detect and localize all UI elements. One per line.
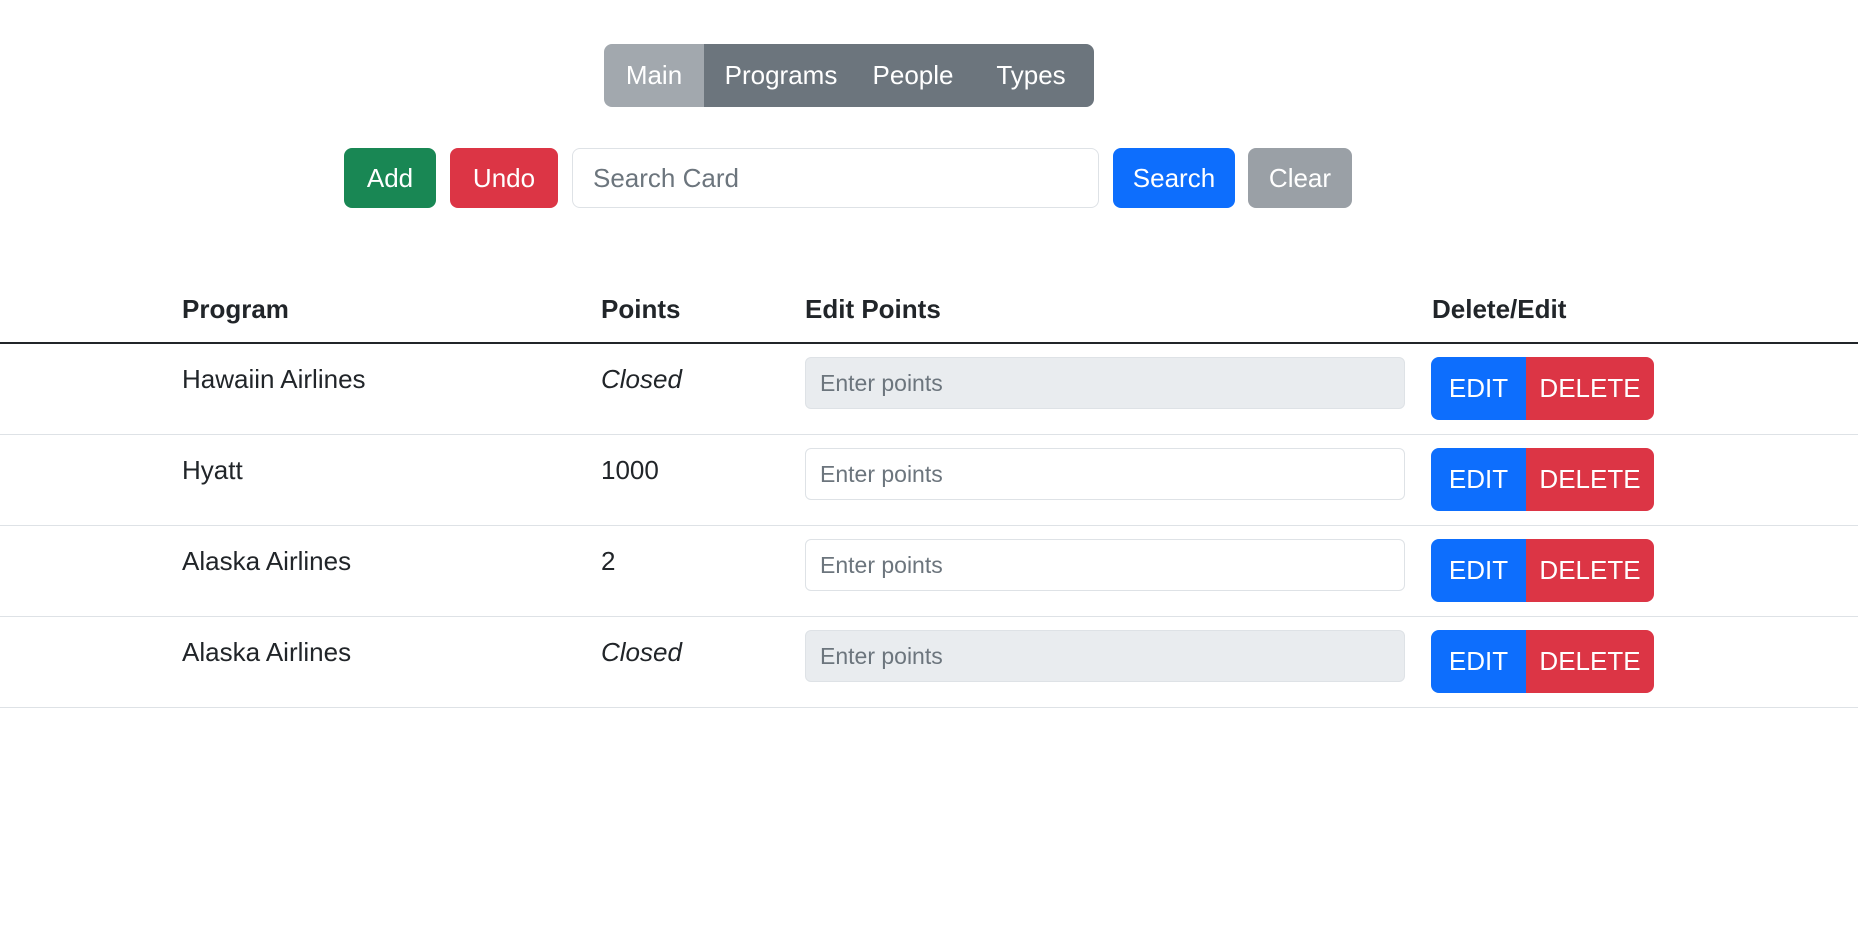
delete-button[interactable]: DELETE — [1526, 448, 1654, 511]
column-header-edit-points: Edit Points — [805, 294, 941, 324]
points-cell: Closed — [601, 364, 682, 394]
edit-button[interactable]: EDIT — [1431, 539, 1526, 602]
add-button[interactable]: Add — [344, 148, 436, 208]
edit-button[interactable]: EDIT — [1431, 630, 1526, 693]
program-cell: Alaska Airlines — [182, 546, 352, 576]
points-cell: 1000 — [601, 455, 659, 485]
column-header-points: Points — [601, 294, 681, 324]
tab-main[interactable]: Main — [604, 44, 704, 107]
delete-button[interactable]: DELETE — [1526, 357, 1654, 420]
edit-button[interactable]: EDIT — [1431, 448, 1526, 511]
tab-programs[interactable]: Programs — [704, 44, 858, 107]
table-row: Hawaiin Airlines Closed EDIT DELETE — [0, 344, 1858, 435]
delete-button[interactable]: DELETE — [1526, 539, 1654, 602]
table-row: Alaska Airlines 2 EDIT DELETE — [0, 526, 1858, 617]
points-input[interactable] — [805, 448, 1405, 500]
tab-people[interactable]: People — [858, 44, 968, 107]
table-row: Alaska Airlines Closed EDIT DELETE — [0, 617, 1858, 708]
points-cell: 2 — [601, 546, 616, 576]
clear-button[interactable]: Clear — [1248, 148, 1352, 208]
delete-button[interactable]: DELETE — [1526, 630, 1654, 693]
program-cell: Alaska Airlines — [182, 637, 352, 667]
page: Main Programs People Types Add Undo Sear… — [0, 0, 1858, 946]
search-button[interactable]: Search — [1113, 148, 1235, 208]
row-actions: EDIT DELETE — [1431, 357, 1654, 420]
row-actions: EDIT DELETE — [1431, 539, 1654, 602]
program-cell: Hyatt — [182, 455, 243, 485]
points-input[interactable] — [805, 539, 1405, 591]
column-header-program: Program — [182, 294, 289, 324]
column-header-delete-edit: Delete/Edit — [1432, 294, 1567, 324]
points-input[interactable] — [805, 357, 1405, 409]
points-cell: Closed — [601, 637, 682, 667]
table-row: Hyatt 1000 EDIT DELETE — [0, 435, 1858, 526]
edit-button[interactable]: EDIT — [1431, 357, 1526, 420]
tab-types[interactable]: Types — [968, 44, 1094, 107]
undo-button[interactable]: Undo — [450, 148, 558, 208]
nav-button-group: Main Programs People Types — [604, 44, 1094, 107]
points-input[interactable] — [805, 630, 1405, 682]
search-input[interactable] — [572, 148, 1099, 208]
program-cell: Hawaiin Airlines — [182, 364, 366, 394]
row-actions: EDIT DELETE — [1431, 630, 1654, 693]
row-actions: EDIT DELETE — [1431, 448, 1654, 511]
